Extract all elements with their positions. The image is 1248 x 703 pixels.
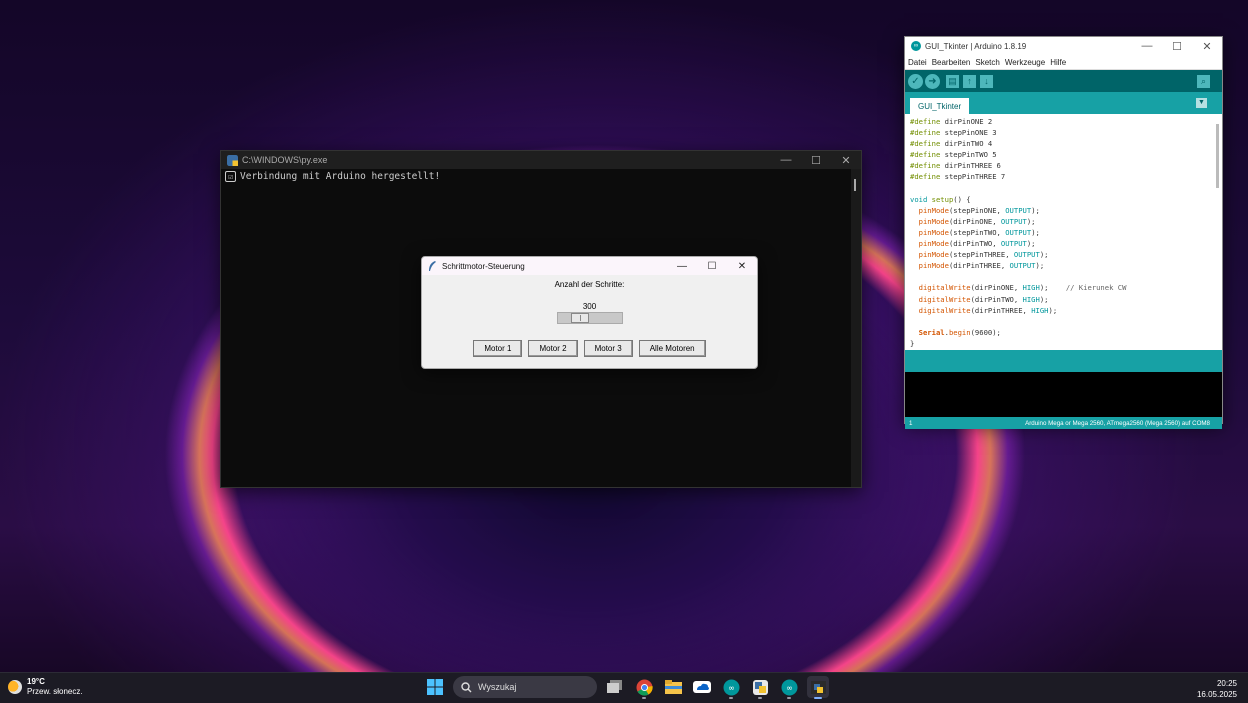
menu-werkzeuge[interactable]: Werkzeuge (1005, 58, 1045, 67)
menu-datei[interactable]: Datei (908, 58, 927, 67)
search-icon (461, 681, 472, 692)
task-view-icon[interactable] (604, 676, 626, 698)
svg-text:∞: ∞ (786, 683, 793, 692)
board-info: Arduino Mega or Mega 2560, ATmega2560 (M… (1025, 419, 1210, 427)
maximize-button[interactable]: ☐ (697, 261, 727, 272)
tkinter-window[interactable]: Schrittmotor-Steuerung — ☐ ✕ Anzahl der … (421, 256, 758, 369)
arduino-ide-window[interactable]: ∞ GUI_Tkinter | Arduino 1.8.19 — ☐ ✕ Dat… (904, 36, 1223, 429)
motor-2-button[interactable]: Motor 2 (528, 340, 578, 357)
menu-sketch[interactable]: Sketch (975, 58, 999, 67)
save-icon[interactable]: ↓ (980, 74, 993, 88)
checkmark-icon: ☑ (225, 171, 236, 182)
serial-monitor-icon[interactable]: ⌕ (1197, 74, 1210, 88)
arduino-toolbar: ✓ ➜ ▤ ↑ ↓ ⌕ (905, 70, 1222, 92)
console-title: C:\WINDOWS\py.exe (242, 155, 328, 165)
close-button[interactable]: ✕ (727, 261, 757, 272)
board-info-bar: 1 Arduino Mega or Mega 2560, ATmega2560 … (905, 417, 1222, 429)
arduino-app-icon-2[interactable]: ∞ (778, 676, 800, 699)
tab-bar: GUI_Tkinter ▼ (905, 92, 1222, 114)
weather-description: Przew. słonecz. (27, 687, 83, 696)
upload-icon[interactable]: ➜ (925, 73, 940, 89)
tab-gui-tkinter[interactable]: GUI_Tkinter (910, 98, 970, 114)
search-placeholder: Wyszukaj (478, 682, 517, 692)
close-button[interactable]: ✕ (831, 154, 861, 167)
arduino-titlebar[interactable]: ∞ GUI_Tkinter | Arduino 1.8.19 — ☐ ✕ (905, 37, 1222, 55)
chrome-icon[interactable] (633, 676, 655, 699)
open-icon[interactable]: ↑ (963, 74, 976, 88)
python-icon (227, 154, 238, 166)
menubar: Datei Bearbeiten Sketch Werkzeuge Hilfe (905, 55, 1222, 70)
weather-widget[interactable]: 19°C Przew. słonecz. (8, 677, 83, 697)
weather-icon (8, 680, 22, 694)
arduino-title: GUI_Tkinter | Arduino 1.8.19 (925, 41, 1027, 51)
new-icon[interactable]: ▤ (946, 74, 959, 88)
svg-text:∞: ∞ (728, 683, 735, 692)
minimize-button[interactable]: — (771, 154, 801, 167)
console-output-line: Verbindung mit Arduino hergestellt! (240, 171, 441, 182)
temperature: 19°C (27, 677, 45, 686)
console-scrollbar[interactable] (851, 169, 861, 487)
tk-title: Schrittmotor-Steuerung (442, 261, 525, 271)
line-number: 1 (909, 419, 913, 427)
steps-label: Anzahl der Schritte: (554, 280, 625, 289)
steps-slider[interactable] (556, 312, 623, 324)
status-bar (905, 350, 1222, 372)
motor-1-button[interactable]: Motor 1 (473, 340, 523, 357)
clock-date: 16.05.2025 (1196, 690, 1237, 699)
all-motors-button[interactable]: Alle Motoren (638, 340, 706, 357)
start-icon[interactable] (424, 676, 446, 698)
menu-bearbeiten[interactable]: Bearbeiten (932, 58, 971, 67)
search-box[interactable]: Wyszukaj (453, 676, 597, 698)
taskbar: 19°C Przew. słonecz. Wyszukaj ∞ ∞ 20:25 … (0, 672, 1248, 703)
file-explorer-icon[interactable] (662, 676, 684, 698)
tab-menu-icon[interactable]: ▼ (1196, 98, 1207, 108)
console-titlebar[interactable]: C:\WINDOWS\py.exe — ☐ ✕ (221, 151, 861, 169)
verify-icon[interactable]: ✓ (908, 73, 923, 89)
slider-thumb[interactable] (570, 313, 589, 323)
motor-3-button[interactable]: Motor 3 (583, 340, 633, 357)
python-console-icon[interactable] (807, 676, 829, 699)
menu-hilfe[interactable]: Hilfe (1050, 58, 1066, 67)
maximize-button[interactable]: ☐ (1162, 40, 1192, 53)
console-output: ☑ Verbindung mit Arduino hergestellt! (221, 169, 861, 184)
slider-value: 300 (582, 302, 597, 311)
onedrive-icon[interactable] (691, 676, 713, 698)
minimize-button[interactable]: — (667, 261, 697, 272)
editor-scrollbar[interactable] (1216, 124, 1219, 188)
arduino-app-icon[interactable]: ∞ (720, 676, 742, 699)
clock-time: 20:25 (1216, 679, 1237, 688)
arduino-logo-icon: ∞ (911, 41, 921, 51)
tk-titlebar[interactable]: Schrittmotor-Steuerung — ☐ ✕ (422, 257, 757, 275)
python-idle-icon[interactable] (749, 676, 771, 699)
system-clock[interactable]: 20:25 16.05.2025 (1197, 678, 1237, 700)
feather-icon (429, 260, 436, 271)
ide-console (905, 372, 1222, 417)
code-editor[interactable]: #define dirPinONE 2 #define stepPinONE 3… (905, 114, 1222, 350)
close-button[interactable]: ✕ (1192, 40, 1222, 53)
maximize-button[interactable]: ☐ (801, 154, 831, 167)
minimize-button[interactable]: — (1132, 40, 1162, 53)
